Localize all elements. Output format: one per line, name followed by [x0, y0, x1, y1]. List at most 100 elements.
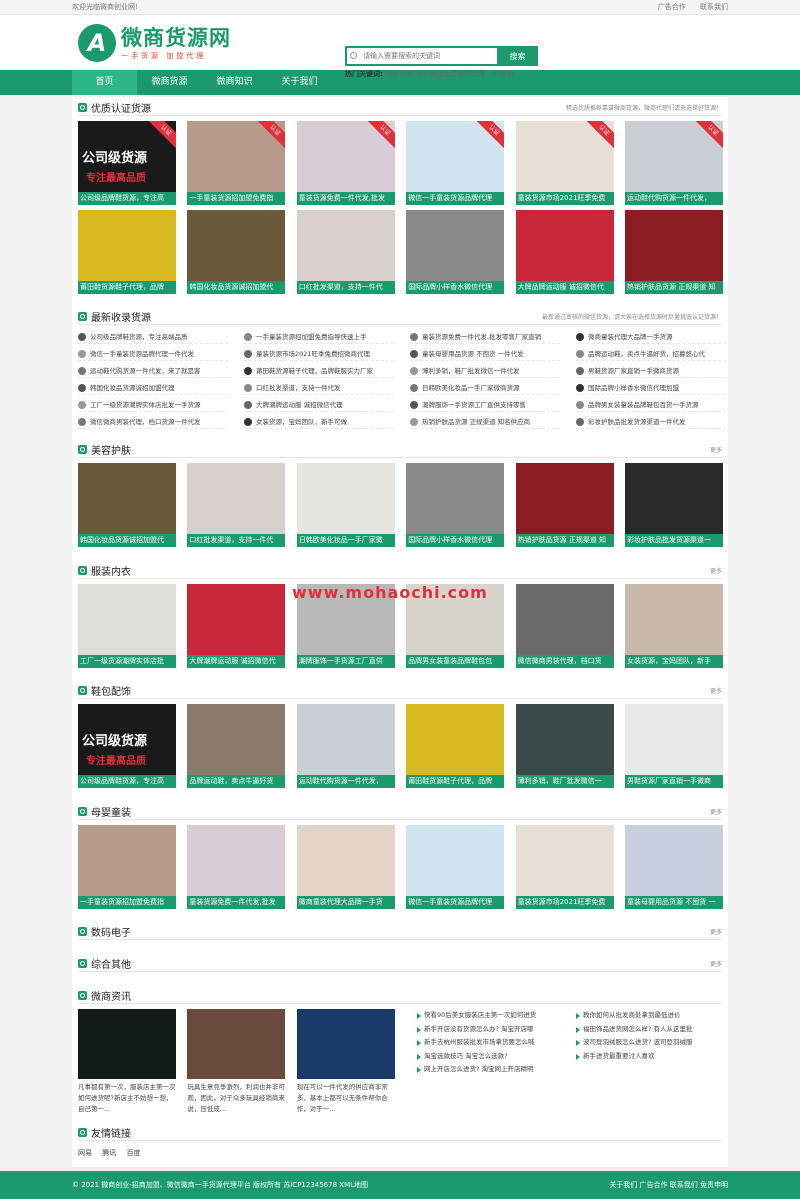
product-card[interactable]: 一手童装货源招加盟免费指: [78, 825, 176, 909]
ad-link[interactable]: 广告合作: [658, 3, 686, 11]
news-link[interactable]: 福田饰品进货网怎么样? 有人从这里批: [575, 1023, 730, 1036]
product-card[interactable]: 彩妆护肤品批发货源渠道一: [625, 463, 723, 547]
product-card[interactable]: 热销护肤品货源 正规渠道 知: [625, 210, 723, 294]
search-input[interactable]: [345, 46, 497, 66]
product-card[interactable]: 微商童装代理大品牌一手货: [296, 825, 395, 909]
product-card[interactable]: 大牌品牌运动服 诚招微信代: [515, 210, 614, 294]
news-link[interactable]: 新手开店没有货源怎么办? 淘宝开店哪: [416, 1023, 571, 1036]
news-link[interactable]: 新手去杭州服装批发市场拿货要怎么喊: [416, 1036, 571, 1049]
product-card[interactable]: 莆田鞋货源鞋子代理，品牌: [78, 210, 176, 294]
list-item[interactable]: 大牌潮牌运动服 诚招微信代理: [244, 398, 394, 412]
product-card[interactable]: 童装货源市场2021旺季免费: [515, 825, 614, 909]
product-caption: 口红批发渠道，支持一件代: [296, 281, 395, 294]
product-card[interactable]: 国际品牌小样香水微信代理: [406, 210, 505, 294]
product-card[interactable]: 工厂一级货源潮牌实体店批: [78, 584, 176, 668]
contact-link[interactable]: 联系我们: [700, 3, 728, 11]
product-card[interactable]: 薄利多销，鞋厂批发微信一: [515, 704, 614, 788]
friend-link[interactable]: 百度: [126, 1149, 140, 1157]
product-card[interactable]: 韩国化妆品货源诚招加盟代: [187, 210, 286, 294]
hot-keywords: 热门关键词: 微商货源 淘宝网店免费微商代理一手货源: [345, 69, 538, 79]
list-item[interactable]: 莆田鞋货源鞋子代理，品牌鞋服实力厂家: [244, 364, 394, 378]
product-card[interactable]: 男鞋货源厂家直销一手微商: [625, 704, 723, 788]
product-card[interactable]: 日韩欧美化妆品一手厂家微: [296, 463, 395, 547]
news-summary[interactable]: 玩具生意竞争激烈，利润也并非可观，因此，对于众多玩具经销商来说，压低成...: [187, 1082, 285, 1115]
product-card[interactable]: 童装货源免费一件代发,批发: [187, 825, 286, 909]
product-card[interactable]: 口红批发渠道，支持一件代: [296, 210, 395, 294]
list-item[interactable]: 童装货源免费一件代发,批发零售厂家直销: [410, 330, 560, 344]
product-card[interactable]: 运动鞋代购货源一件代发，: [296, 704, 395, 788]
news-image[interactable]: [78, 1009, 176, 1079]
product-card[interactable]: 微信微商男装代理，档口货: [515, 584, 614, 668]
friend-link[interactable]: 腾讯: [102, 1149, 116, 1157]
list-item[interactable]: 薄利多销，鞋厂批发微信一件代发: [410, 364, 560, 378]
news-image[interactable]: [187, 1009, 286, 1079]
news-link[interactable]: 淘宝选款技巧 淘宝怎么选款?: [416, 1050, 571, 1063]
product-card[interactable]: 一手童装货源招加盟免费指 认证: [187, 121, 286, 205]
product-card[interactable]: 微信一手童装货源品牌代理 认证: [406, 121, 505, 205]
product-card[interactable]: 公司级货源 专注最高品质 公司级品牌鞋货源，专注高: [78, 704, 176, 788]
news-link[interactable]: 网上开店怎么进货? 淘宝网上开店精明: [416, 1063, 571, 1076]
nav-item-about[interactable]: 关于我们: [267, 70, 332, 95]
more-link[interactable]: 更多: [710, 686, 722, 695]
list-item[interactable]: 男鞋货源厂家直销一手微商货源: [576, 364, 726, 378]
product-card[interactable]: 运动鞋代购货源一件代发， 认证: [625, 121, 723, 205]
nav-item-sources[interactable]: 微商货源: [137, 70, 202, 95]
product-card[interactable]: 童装货源免费一件代发,批发 认证: [296, 121, 395, 205]
product-caption: 微信微商男装代理，档口货: [515, 655, 614, 668]
product-card[interactable]: 莆田鞋货源鞋子代理，品牌: [406, 704, 505, 788]
hot-keywords-links[interactable]: 微商货源 淘宝网店免费微商代理一手货源: [385, 70, 513, 78]
list-item[interactable]: 潮牌服饰一手货源工厂直供支持零售: [410, 398, 560, 412]
search-button[interactable]: 搜索: [497, 46, 538, 66]
logo[interactable]: A 微商货源网 一手货源 加盟代理: [78, 24, 231, 62]
nav-item-knowledge[interactable]: 微商知识: [202, 70, 267, 95]
product-card[interactable]: 女装货源，宝妈团队，新手: [625, 584, 723, 668]
more-link[interactable]: 更多: [710, 566, 722, 575]
avatar: [576, 384, 584, 392]
product-card[interactable]: 热销护肤品货源 正规渠道 知: [515, 463, 614, 547]
list-item[interactable]: 微信微商男装代理，档口货源一件代发: [78, 415, 228, 429]
list-item[interactable]: 童装母婴用品货源 不囤货 一件代发: [410, 347, 560, 361]
product-card[interactable]: 童装货源市场2021旺季免费 认证: [515, 121, 614, 205]
nav-item-home[interactable]: 首页: [72, 70, 137, 95]
product-card[interactable]: 公司级货源 专注最高品质 公司级品牌鞋货源，专注高 认证: [78, 121, 176, 205]
list-item[interactable]: 品牌运动鞋，卖点牛逼好货，招募悠心代: [576, 347, 726, 361]
product-card[interactable]: 微信一手童装货源品牌代理: [406, 825, 505, 909]
product-card[interactable]: 国际品牌小样香水微信代理: [406, 463, 505, 547]
more-link[interactable]: 更多: [710, 445, 722, 454]
product-card[interactable]: 童装母婴用品货源 不囤货 一: [625, 825, 723, 909]
more-link[interactable]: 更多: [710, 959, 722, 968]
list-item[interactable]: 彩妆护肤品批发货源渠道一件代发: [576, 415, 726, 429]
list-item[interactable]: 女装货源，宝妈团队，新手可做: [244, 415, 394, 429]
product-caption: 童装货源市场2021旺季免费: [515, 192, 614, 205]
news-image[interactable]: [296, 1009, 395, 1079]
more-link[interactable]: 更多: [710, 807, 722, 816]
product-card[interactable]: 品牌运动鞋，卖点牛逼好货: [187, 704, 286, 788]
more-link[interactable]: 更多: [710, 927, 722, 936]
product-card[interactable]: 口红批发渠道，支持一件代: [187, 463, 286, 547]
list-item[interactable]: 童装货源市场2021旺季免费招微商代理: [244, 347, 394, 361]
news-link[interactable]: 波司登羽绒服怎么进货? 波司登羽绒服: [575, 1036, 730, 1049]
list-item[interactable]: 口红批发渠道，支持一件代发: [244, 381, 394, 395]
list-item[interactable]: 国际品牌小样香水微信代理加盟: [576, 381, 726, 395]
list-item[interactable]: 运动鞋代购货源一件代发，来了就是客: [78, 364, 228, 378]
product-caption: 工厂一级货源潮牌实体店批: [78, 655, 176, 668]
list-item[interactable]: 工厂一级货源潮牌实体店批发一手货源: [78, 398, 228, 412]
product-card[interactable]: 大牌潮牌运动服 诚招微信代: [187, 584, 286, 668]
list-item[interactable]: 日韩欧美化妆品一手厂家微商货源: [410, 381, 560, 395]
news-link[interactable]: 快看90后美女服装店主第一次如何进货: [416, 1009, 571, 1022]
list-item[interactable]: 微信一手童装货源品牌代理一件代发: [78, 347, 228, 361]
news-summary[interactable]: 凡事都有第一次，服装店主第一次如何进货呢?新店主不妨想一想，自己第一...: [78, 1082, 176, 1115]
list-item[interactable]: 公司级品牌鞋货源，专注高端品质: [78, 330, 228, 344]
list-item[interactable]: 热销护肤品货源 正规渠道 知名供应商: [410, 415, 560, 429]
list-item[interactable]: 韩国化妆品货源诚招加盟代理: [78, 381, 228, 395]
list-item[interactable]: 一手童装货源招加盟免费指导快速上手: [244, 330, 394, 344]
list-item[interactable]: 微商童装代理大品牌一手货源: [576, 330, 726, 344]
news-link[interactable]: 教你如何从批发商处拿到最低进价: [575, 1009, 730, 1022]
product-card[interactable]: 韩国化妆品货源诚招加盟代: [78, 463, 176, 547]
product-image: [187, 210, 286, 281]
friend-link[interactable]: 网易: [78, 1149, 92, 1157]
news-summary[interactable]: 现在可以一件代发的供应商非常多，基本上都可以无条件帮你合作，对于一...: [297, 1082, 395, 1115]
news-link[interactable]: 新手进货最重要讨人喜欢: [575, 1050, 730, 1063]
footer-links[interactable]: 关于我们 广告合作 联系我们 免责申明: [609, 1180, 728, 1190]
list-item[interactable]: 品牌男女装童装品牌鞋包百货一手货源: [576, 398, 726, 412]
